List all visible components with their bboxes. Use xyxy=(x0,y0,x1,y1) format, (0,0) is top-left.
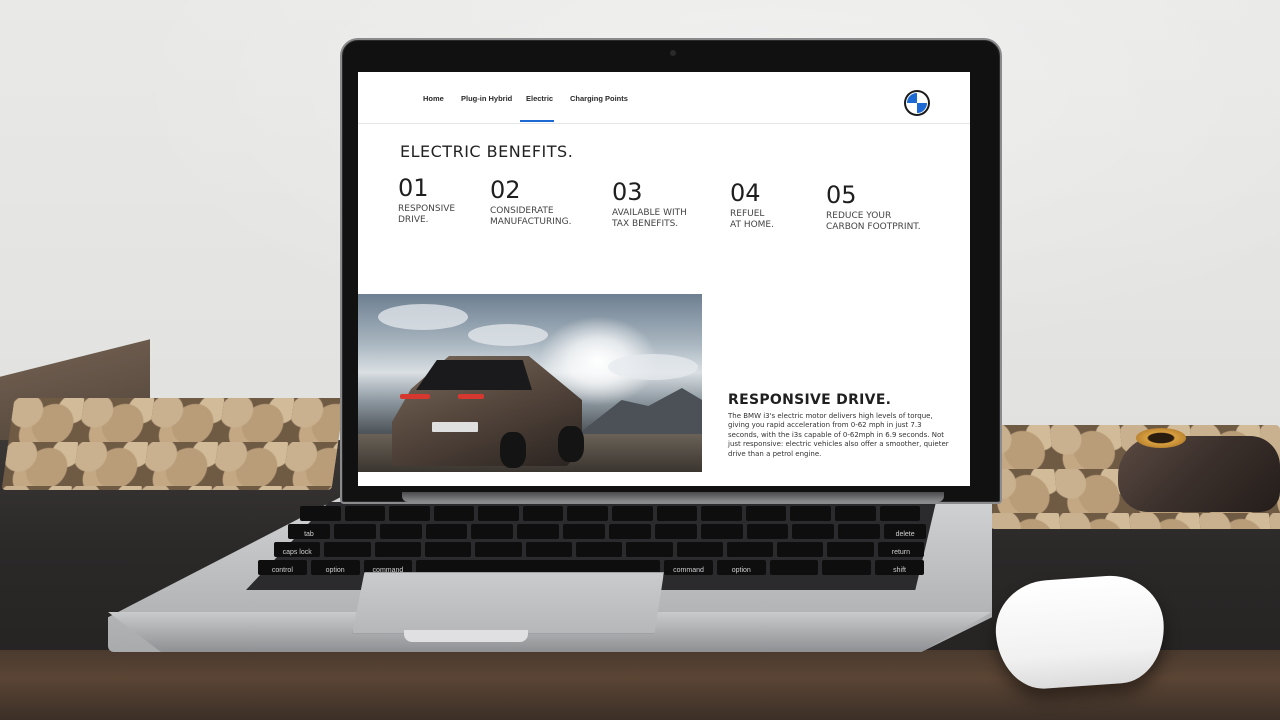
hero-image-car xyxy=(358,294,702,472)
key[interactable] xyxy=(525,542,572,557)
feature-title: RESPONSIVE DRIVE. xyxy=(728,392,892,408)
laptop-hinge xyxy=(402,492,944,502)
cloud xyxy=(608,354,698,380)
decorative-sculpture xyxy=(1118,436,1280,512)
candle-holder xyxy=(1136,428,1186,448)
key[interactable] xyxy=(425,524,468,539)
benefit-number: 05 xyxy=(826,181,857,209)
benefit-label: REFUEL AT HOME. xyxy=(730,209,774,230)
key[interactable] xyxy=(471,524,514,539)
key[interactable] xyxy=(379,524,422,539)
nav-home[interactable]: Home xyxy=(423,94,444,103)
bmw-logo-icon[interactable] xyxy=(904,90,930,116)
key-delete[interactable]: delete xyxy=(884,524,927,539)
key[interactable] xyxy=(656,506,698,521)
wood-slice-mat-left xyxy=(1,398,345,490)
cloud xyxy=(468,324,548,346)
key[interactable] xyxy=(769,560,819,575)
car-wheel xyxy=(558,426,584,462)
key[interactable] xyxy=(522,506,564,521)
benefit-number: 03 xyxy=(612,178,643,206)
nav-charging-points[interactable]: Charging Points xyxy=(570,94,628,103)
feature-description: The BMW i3's electric motor delivers hig… xyxy=(728,412,949,458)
cloud xyxy=(378,304,468,330)
key[interactable] xyxy=(879,506,921,521)
lid-notch xyxy=(404,630,528,642)
benefit-item-4[interactable]: 04 REFUEL AT HOME. xyxy=(730,179,840,231)
key[interactable] xyxy=(389,506,430,521)
key[interactable] xyxy=(745,506,787,521)
benefit-item-5[interactable]: 05 REDUCE YOUR CARBON FOOTPRINT. xyxy=(826,181,936,233)
key[interactable] xyxy=(626,542,673,557)
webcam-icon xyxy=(670,50,676,56)
keyboard-row: caps lock return xyxy=(274,542,925,557)
benefit-label: AVAILABLE WITH TAX BENEFITS. xyxy=(612,208,687,229)
key[interactable] xyxy=(433,506,475,521)
key[interactable] xyxy=(834,506,876,521)
key[interactable] xyxy=(700,524,743,539)
key[interactable] xyxy=(792,524,835,539)
car-wheel xyxy=(500,432,526,468)
nav-plug-in-hybrid[interactable]: Plug-in Hybrid xyxy=(461,94,512,103)
benefit-number: 04 xyxy=(730,179,761,207)
nav-electric[interactable]: Electric xyxy=(526,94,553,103)
key[interactable] xyxy=(563,524,606,539)
benefit-item-2[interactable]: 02 CONSIDERATE MANUFACTURING. xyxy=(490,176,600,228)
key-option[interactable]: option xyxy=(716,560,766,575)
key[interactable] xyxy=(567,506,609,521)
key[interactable] xyxy=(654,524,697,539)
key[interactable] xyxy=(300,506,341,521)
key[interactable] xyxy=(324,542,371,557)
keyboard-row xyxy=(300,506,921,521)
car-license-plate xyxy=(432,422,478,432)
browser-viewport: Home Plug-in Hybrid Electric Charging Po… xyxy=(358,72,970,486)
key[interactable] xyxy=(374,542,421,557)
benefit-label: REDUCE YOUR CARBON FOOTPRINT. xyxy=(826,211,921,232)
key[interactable] xyxy=(777,542,824,557)
key[interactable] xyxy=(746,524,789,539)
key[interactable] xyxy=(822,560,872,575)
key-shift[interactable]: shift xyxy=(875,560,924,575)
benefit-item-3[interactable]: 03 AVAILABLE WITH TAX BENEFITS. xyxy=(612,178,722,230)
key[interactable] xyxy=(612,506,653,521)
key-command[interactable]: command xyxy=(664,560,713,575)
keyboard-row: tab delete xyxy=(288,524,927,539)
key[interactable] xyxy=(827,542,874,557)
car-tail-light xyxy=(400,394,430,399)
trackpad[interactable] xyxy=(352,572,664,634)
key[interactable] xyxy=(475,542,522,557)
key[interactable] xyxy=(344,506,386,521)
car-tail-light xyxy=(458,394,484,399)
top-navigation: Home Plug-in Hybrid Electric Charging Po… xyxy=(358,72,970,124)
key[interactable] xyxy=(333,524,376,539)
key[interactable] xyxy=(575,542,623,557)
key[interactable] xyxy=(424,542,472,557)
active-tab-indicator xyxy=(520,120,554,122)
key[interactable] xyxy=(676,542,723,557)
benefit-label: CONSIDERATE MANUFACTURING. xyxy=(490,206,572,227)
magic-mouse[interactable] xyxy=(992,572,1168,692)
key-caps-lock[interactable]: caps lock xyxy=(274,542,321,557)
key[interactable] xyxy=(609,524,651,539)
key-control[interactable]: control xyxy=(258,560,307,575)
key[interactable] xyxy=(726,542,774,557)
key-tab[interactable]: tab xyxy=(288,524,330,539)
key[interactable] xyxy=(478,506,519,521)
key[interactable] xyxy=(790,506,831,521)
key[interactable] xyxy=(838,524,881,539)
key-option[interactable]: option xyxy=(310,560,360,575)
car-rear-window xyxy=(416,360,532,390)
page-title: ELECTRIC BENEFITS. xyxy=(400,142,574,161)
key-return[interactable]: return xyxy=(877,542,925,557)
key[interactable] xyxy=(517,524,560,539)
benefit-number: 02 xyxy=(490,176,521,204)
key[interactable] xyxy=(701,506,742,521)
